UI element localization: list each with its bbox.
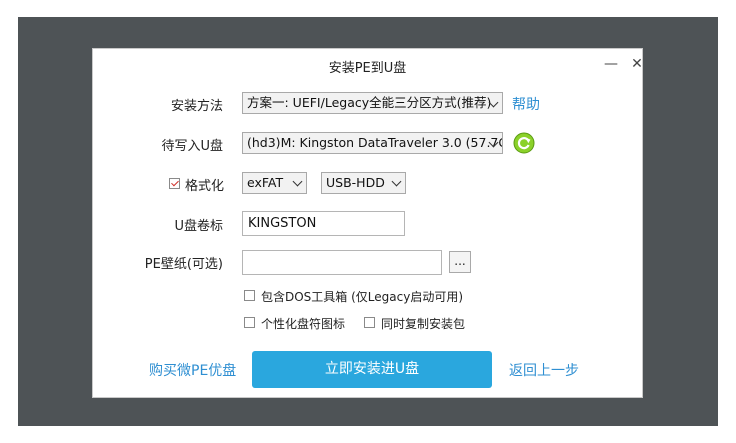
- install-method-select[interactable]: 方案一: UEFI/Legacy全能三分区方式(推荐): [242, 92, 503, 114]
- install-button[interactable]: 立即安装进U盘: [252, 351, 492, 388]
- custom-icon-label: 个性化盘符图标: [261, 317, 346, 331]
- filesystem-select[interactable]: exFAT: [242, 172, 307, 194]
- buy-usb-link[interactable]: 购买微PE优盘: [149, 360, 236, 380]
- close-button[interactable]: ✕: [628, 55, 646, 73]
- back-link[interactable]: 返回上一步: [509, 360, 579, 380]
- format-label: 格式化: [185, 179, 225, 194]
- chevron-down-icon: [292, 176, 303, 187]
- minimize-button[interactable]: —: [602, 55, 620, 73]
- help-link[interactable]: 帮助: [512, 94, 540, 114]
- target-disk-select[interactable]: (hd3)M: Kingston DataTraveler 3.0 (57.7G: [242, 132, 503, 154]
- dos-tools-label: 包含DOS工具箱 (仅Legacy启动可用): [261, 290, 464, 304]
- chevron-down-icon: [391, 176, 402, 187]
- dos-tools-checkbox[interactable]: [244, 290, 255, 301]
- wallpaper-label: PE壁纸(可选): [144, 257, 223, 272]
- boot-mode-value: USB-HDD: [326, 175, 385, 190]
- copy-installer-checkbox[interactable]: [364, 317, 375, 328]
- volume-label-input[interactable]: KINGSTON: [242, 211, 405, 236]
- target-disk-value: (hd3)M: Kingston DataTraveler 3.0 (57.7G: [247, 135, 503, 150]
- refresh-icon[interactable]: [513, 132, 535, 154]
- install-method-label: 安装方法: [170, 99, 223, 114]
- copy-installer-label: 同时复制安装包: [381, 317, 466, 331]
- wallpaper-input[interactable]: [242, 250, 442, 275]
- custom-icon-checkbox[interactable]: [244, 317, 255, 328]
- filesystem-value: exFAT: [247, 175, 284, 190]
- target-disk-label: 待写入U盘: [161, 139, 223, 154]
- boot-mode-select[interactable]: USB-HDD: [321, 172, 406, 194]
- browse-button[interactable]: ...: [449, 251, 471, 273]
- format-checkbox[interactable]: [169, 178, 180, 189]
- install-pe-dialog: 安装PE到U盘 — ✕ 安装方法 方案一: UEFI/Legacy全能三分区方式…: [92, 48, 643, 398]
- window-title: 安装PE到U盘: [328, 61, 407, 76]
- install-method-value: 方案一: UEFI/Legacy全能三分区方式(推荐): [247, 95, 492, 110]
- volume-label-label: U盘卷标: [174, 219, 223, 234]
